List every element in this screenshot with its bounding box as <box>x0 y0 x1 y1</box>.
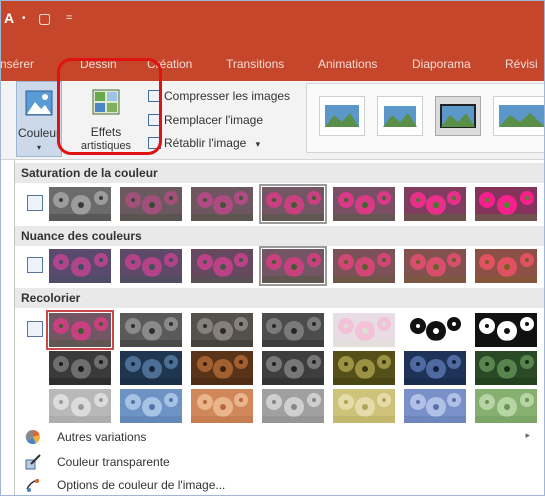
landscape-icon <box>499 105 545 127</box>
highlight-annotation <box>57 58 162 155</box>
color-variant-thumb[interactable] <box>262 313 324 347</box>
saturation-heading: Saturation de la couleur <box>15 163 545 183</box>
nuance-heading: Nuance des couleurs <box>15 226 545 246</box>
color-presets-icon <box>27 257 43 273</box>
color-variant-thumb[interactable] <box>475 351 537 385</box>
recolor-row-3 <box>15 388 545 424</box>
color-variant-thumb[interactable] <box>191 187 253 221</box>
tab-revision[interactable]: Révisi <box>505 57 538 71</box>
chevron-down-icon: ▾ <box>36 143 41 152</box>
tab-diaporama[interactable]: Diaporama <box>412 57 471 71</box>
retablir-image-button[interactable]: Rétablir l'image ▾ <box>148 136 260 154</box>
chevron-right-icon: ▸ <box>525 430 530 440</box>
color-variant-thumb[interactable] <box>120 313 182 347</box>
color-variant-thumb[interactable] <box>333 351 395 385</box>
couleur-transparente-label: Couleur transparente <box>57 455 170 469</box>
title-bar: A • ▢ = <box>0 0 545 45</box>
color-variant-thumb[interactable] <box>259 246 327 286</box>
landscape-icon <box>382 104 418 128</box>
color-dropdown: Saturation de la couleur Nuance des coul… <box>14 160 545 496</box>
color-presets-icon <box>27 195 43 211</box>
tab-inserer[interactable]: nsérer <box>0 57 34 71</box>
color-variant-thumb[interactable] <box>333 187 395 221</box>
color-variant-thumb[interactable] <box>120 351 182 385</box>
palette-icon <box>25 429 40 445</box>
retablir-label: Rétablir l'image <box>164 136 247 150</box>
autres-variations-item[interactable]: Autres variations ▸ <box>15 426 545 448</box>
couleur-button[interactable]: Couleur ▾ <box>16 81 62 157</box>
color-variant-thumb[interactable] <box>191 351 253 385</box>
color-variant-thumb[interactable] <box>475 187 537 221</box>
color-variant-thumb[interactable] <box>475 249 537 283</box>
tab-animations[interactable]: Animations <box>318 57 377 71</box>
landscape-icon <box>325 105 359 127</box>
recolor-row-1 <box>15 310 545 350</box>
couleur-transparente-item[interactable]: Couleur transparente <box>15 451 545 473</box>
chevron-down-icon[interactable]: ▾ <box>256 139 261 149</box>
app-glyph: A <box>4 10 15 26</box>
customize-quick-access-icon[interactable]: = <box>66 12 72 24</box>
color-options-icon <box>26 479 40 492</box>
color-variant-thumb[interactable] <box>49 351 111 385</box>
color-variant-thumb[interactable] <box>333 313 395 347</box>
color-variant-thumb[interactable] <box>262 389 324 423</box>
picture-color-icon <box>25 90 53 116</box>
color-presets-icon <box>27 321 43 337</box>
separator-dot: • <box>22 13 26 24</box>
style-thumb[interactable] <box>377 96 423 136</box>
options-couleur-label: Options de couleur de l'image... <box>57 478 226 492</box>
style-thumb[interactable] <box>435 96 481 136</box>
color-variant-thumb[interactable] <box>120 187 182 221</box>
tab-transitions[interactable]: Transitions <box>226 57 284 71</box>
color-variant-thumb[interactable] <box>333 249 395 283</box>
color-variant-thumb[interactable] <box>46 310 114 350</box>
color-variant-thumb[interactable] <box>191 389 253 423</box>
color-variant-thumb[interactable] <box>191 249 253 283</box>
color-variant-thumb[interactable] <box>120 249 182 283</box>
color-variant-thumb[interactable] <box>49 187 111 221</box>
nuance-row <box>15 246 545 286</box>
landscape-icon <box>440 104 476 128</box>
compresser-label: Compresser les images <box>164 89 291 103</box>
remplacer-image-button[interactable]: Remplacer l'image <box>148 113 263 131</box>
options-couleur-item[interactable]: Options de couleur de l'image... <box>15 474 545 496</box>
recolor-row-2 <box>15 350 545 386</box>
style-thumb[interactable] <box>319 96 365 136</box>
color-variant-thumb[interactable] <box>49 249 111 283</box>
new-document-icon[interactable]: ▢ <box>38 10 51 27</box>
color-variant-thumb[interactable] <box>404 351 466 385</box>
picture-styles-gallery <box>306 83 545 153</box>
color-variant-thumb[interactable] <box>262 351 324 385</box>
color-variant-thumb[interactable] <box>475 313 537 347</box>
couleur-label: Couleur <box>17 126 61 140</box>
saturation-row <box>15 184 545 224</box>
recolor-heading: Recolorier <box>15 288 545 308</box>
color-variant-thumb[interactable] <box>404 249 466 283</box>
autres-variations-label: Autres variations <box>57 430 147 444</box>
color-variant-thumb[interactable] <box>404 187 466 221</box>
style-thumb[interactable] <box>493 96 545 136</box>
color-variant-thumb[interactable] <box>333 389 395 423</box>
color-variant-thumb[interactable] <box>259 184 327 224</box>
compresser-images-button[interactable]: Compresser les images <box>148 89 290 107</box>
color-variant-thumb[interactable] <box>404 389 466 423</box>
color-variant-thumb[interactable] <box>475 389 537 423</box>
color-variant-thumb[interactable] <box>404 313 466 347</box>
color-variant-thumb[interactable] <box>49 389 111 423</box>
color-variant-thumb[interactable] <box>191 313 253 347</box>
remplacer-label: Remplacer l'image <box>164 113 263 127</box>
transparent-pen-icon <box>25 454 41 470</box>
color-variant-thumb[interactable] <box>120 389 182 423</box>
